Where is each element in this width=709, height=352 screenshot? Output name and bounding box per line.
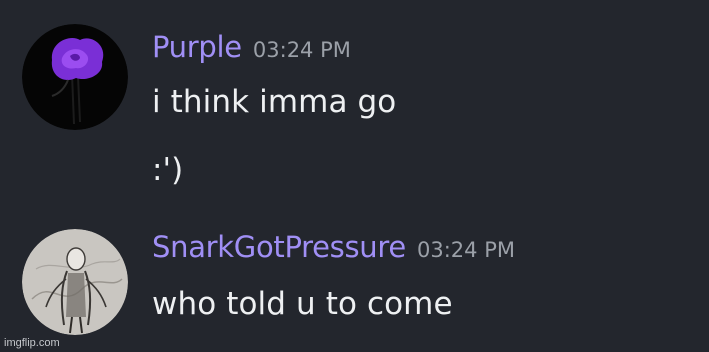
watermark: imgflip.com [4, 337, 60, 349]
message-group: Purple 03:24 PM i think imma go :') [0, 0, 709, 210]
user-avatar[interactable] [22, 229, 128, 335]
user-avatar[interactable] [22, 24, 128, 130]
timestamp: 03:24 PM [252, 38, 351, 62]
message-header: Purple 03:24 PM [152, 30, 351, 64]
username[interactable]: Purple [152, 30, 242, 64]
chat-log: Purple 03:24 PM i think imma go :') Snar… [0, 0, 709, 352]
message-group: SnarkGotPressure 03:24 PM who told u to … [0, 210, 709, 352]
message-text: who told u to come [152, 286, 453, 322]
message-header: SnarkGotPressure 03:24 PM [152, 230, 515, 264]
sketch-figure-avatar-icon [22, 229, 128, 335]
message-text: i think imma go [152, 84, 397, 120]
username[interactable]: SnarkGotPressure [152, 230, 406, 264]
timestamp: 03:24 PM [417, 238, 515, 262]
purple-rose-avatar-icon [22, 24, 128, 130]
message-text: :') [152, 152, 184, 188]
